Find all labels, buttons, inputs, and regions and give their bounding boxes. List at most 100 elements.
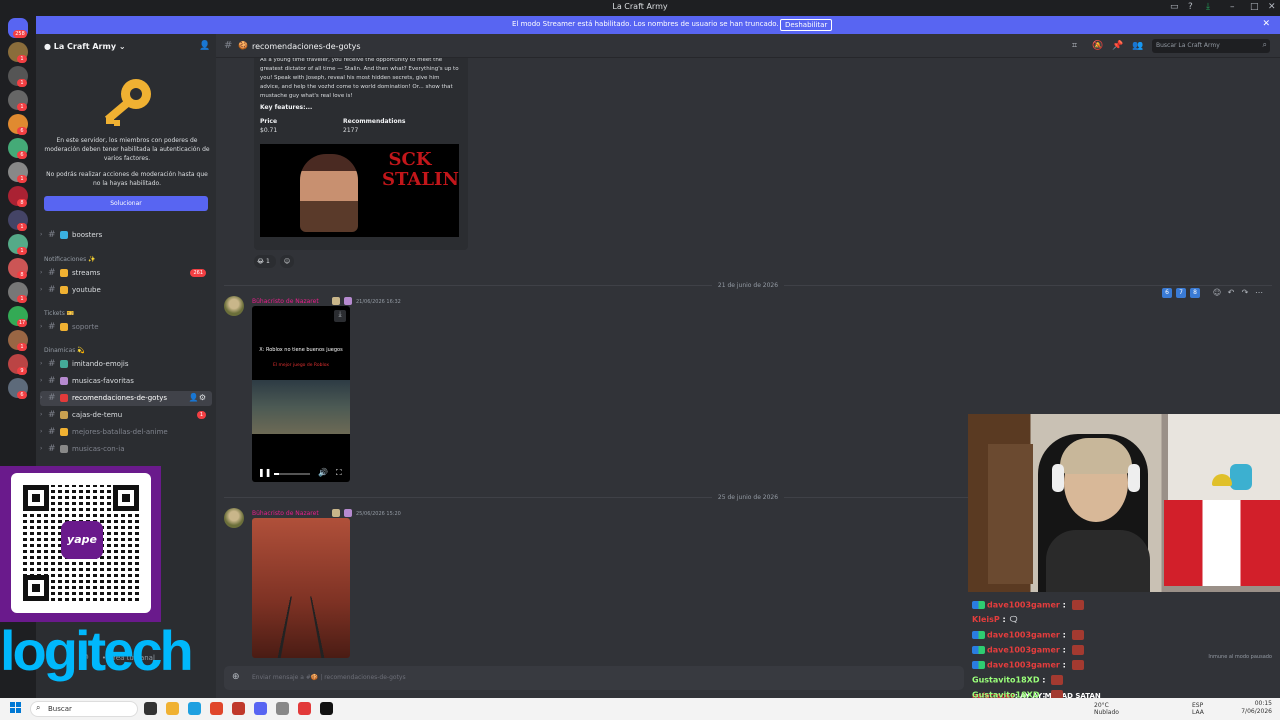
- channel-cajas-de-temu[interactable]: › # cajas-de-temu 1: [40, 408, 212, 423]
- fix-mfa-button[interactable]: Solucionar: [44, 196, 208, 211]
- channel-category[interactable]: Dinamicas 💫: [44, 347, 85, 354]
- game-image[interactable]: SCK STALIN: [260, 144, 459, 237]
- more-icon[interactable]: ⋯: [1254, 288, 1264, 298]
- server-badge: 6: [17, 151, 27, 159]
- add-reaction-icon[interactable]: ☺: [280, 255, 294, 268]
- help-icon[interactable]: ?: [1188, 2, 1193, 12]
- download-icon[interactable]: ⤓: [334, 310, 346, 322]
- expand-icon: ›: [40, 445, 43, 452]
- channel-musicas-con-ia[interactable]: › # musicas-con-ia: [40, 442, 212, 457]
- brave-icon[interactable]: [210, 702, 223, 715]
- quick-react-button[interactable]: 7: [1176, 288, 1186, 298]
- task-view-icon[interactable]: [144, 702, 157, 715]
- date-text: 21 de junio de 2026: [711, 282, 785, 289]
- banner-close-icon[interactable]: ✕: [1262, 19, 1270, 29]
- channel-mejores-batallas-del-anime[interactable]: › # mejores-batallas-del-anime: [40, 425, 212, 440]
- channel-emoji-icon: [60, 286, 68, 294]
- windows-start-icon[interactable]: [10, 702, 22, 714]
- message-composer[interactable]: ⊕ Enviar mensaje a #🍪 | recomendaciones-…: [224, 666, 964, 690]
- chat-badge-icon: [972, 661, 985, 669]
- chat-emote-icon: [1051, 675, 1064, 685]
- peru-flag: [1164, 500, 1280, 586]
- mute-bell-icon[interactable]: 🔕: [1092, 41, 1103, 51]
- minimize-icon[interactable]: –: [1230, 2, 1235, 12]
- stalin-figure: [300, 154, 358, 232]
- channel-imitando-emojis[interactable]: › # imitando-emojis: [40, 357, 212, 372]
- room-door: [988, 444, 1033, 584]
- message-author[interactable]: Bühacristo de Nazaret: [252, 298, 319, 305]
- quick-react-button[interactable]: 6: [1162, 288, 1172, 298]
- qr-card: yape: [11, 473, 151, 613]
- inbox-icon[interactable]: ▭: [1170, 2, 1179, 12]
- download-icon[interactable]: ⤓: [1206, 2, 1210, 12]
- invite-icon[interactable]: 👤: [199, 41, 210, 51]
- chat-line: dave1003gamer :: [972, 645, 1084, 660]
- chat-username[interactable]: dave1003gamer: [987, 646, 1060, 655]
- settings-icon[interactable]: [276, 702, 289, 715]
- search-input[interactable]: Buscar La Craft Army ⌕: [1152, 39, 1270, 53]
- fullscreen-icon[interactable]: ⛶: [336, 468, 342, 478]
- avatar[interactable]: [224, 296, 244, 316]
- reply-icon[interactable]: ↶: [1226, 288, 1236, 298]
- channel-youtube[interactable]: › # youtube: [40, 283, 212, 298]
- channel-soporte[interactable]: › # soporte: [40, 320, 212, 335]
- channel-boosters[interactable]: › # boosters: [40, 228, 212, 243]
- window-titlebar: La Craft Army ▭ ? ⤓ – □ ✕: [0, 0, 1280, 16]
- taskbar-clock[interactable]: 00:15 7/06/2026: [1241, 700, 1272, 716]
- message-author[interactable]: Bühacristo de Nazaret: [252, 510, 319, 517]
- message-timestamp: 21/06/2026 16:32: [356, 299, 401, 305]
- channel-recomendaciones-de-gotys[interactable]: › # recomendaciones-de-gotys 👤⚙: [40, 391, 212, 406]
- channel-settings-icon[interactable]: 👤⚙: [189, 393, 206, 402]
- add-reaction-icon[interactable]: ☺: [1212, 288, 1222, 298]
- qr-overlay: yape: [0, 466, 161, 622]
- file-explorer-icon[interactable]: [166, 702, 179, 715]
- server-name-button[interactable]: ● La Craft Army ⌄: [44, 42, 126, 51]
- channel-musicas-favoritas[interactable]: › # musicas-favoritas: [40, 374, 212, 389]
- room-shelf: [1168, 414, 1280, 500]
- composer-placeholder: Enviar mensaje a #🍪 | recomendaciones-de…: [252, 674, 406, 681]
- members-icon[interactable]: 👥: [1132, 41, 1143, 51]
- disable-streamer-button[interactable]: Deshabilitar: [780, 19, 833, 31]
- close-icon[interactable]: ✕: [1268, 2, 1276, 12]
- channel-streams[interactable]: › # streams 261: [40, 266, 212, 281]
- discord-icon[interactable]: [254, 702, 267, 715]
- clock-date: 7/06/2026: [1241, 708, 1272, 715]
- weather-widget[interactable]: 20°C Nublado: [1094, 702, 1134, 716]
- threads-icon[interactable]: ⌗: [1072, 41, 1077, 51]
- stream-chat: Inmune al modo pausado nofatrace9: AY AY…: [968, 592, 1280, 700]
- media-app-icon[interactable]: [232, 702, 245, 715]
- chat-username[interactable]: dave1003gamer: [987, 601, 1060, 610]
- forward-icon[interactable]: ↷: [1240, 288, 1250, 298]
- add-attachment-icon[interactable]: ⊕: [232, 672, 240, 682]
- tiktok-icon[interactable]: [320, 702, 333, 715]
- channel-category[interactable]: Notificaciones ✨: [44, 256, 96, 263]
- game-embed: As a young time traveler, you receive th…: [254, 58, 468, 250]
- crown-badge-icon: [332, 509, 340, 517]
- avatar[interactable]: [224, 508, 244, 528]
- quick-react-button[interactable]: 8: [1190, 288, 1200, 298]
- chrome-icon[interactable]: [298, 702, 311, 715]
- volume-icon[interactable]: 🔊: [318, 468, 328, 477]
- search-placeholder: Buscar La Craft Army: [1156, 42, 1220, 49]
- reaction-laugh[interactable]: 😂 1: [254, 255, 276, 268]
- chat-username[interactable]: dave1003gamer: [987, 661, 1060, 670]
- pin-icon[interactable]: 📌: [1112, 41, 1123, 51]
- server-badge: 9: [17, 367, 27, 375]
- video-attachment[interactable]: ⤓ X: Roblox no tiene buenos juegos El me…: [252, 306, 350, 482]
- channel-name: musicas-favoritas: [72, 377, 134, 385]
- expand-icon: ›: [40, 428, 43, 435]
- chat-username[interactable]: KleisP: [972, 615, 1000, 624]
- taskbar-search[interactable]: ⌕ Buscar: [30, 701, 138, 717]
- video-progress-bar[interactable]: [274, 473, 310, 475]
- image-attachment[interactable]: [252, 518, 350, 658]
- ladder-shape: [274, 596, 328, 658]
- chat-username[interactable]: Gustavito18XD: [972, 676, 1039, 685]
- chat-username[interactable]: dave1003gamer: [987, 631, 1060, 640]
- pause-icon[interactable]: ❚❚: [258, 468, 271, 477]
- maximize-icon[interactable]: □: [1250, 2, 1259, 12]
- language-indicator[interactable]: ESP LAA: [1192, 702, 1204, 716]
- expand-icon: ›: [40, 360, 43, 367]
- screen: La Craft Army ▭ ? ⤓ – □ ✕ El modo Stream…: [0, 0, 1280, 720]
- channel-category[interactable]: Tickets 🎫: [44, 310, 74, 317]
- edge-icon[interactable]: [188, 702, 201, 715]
